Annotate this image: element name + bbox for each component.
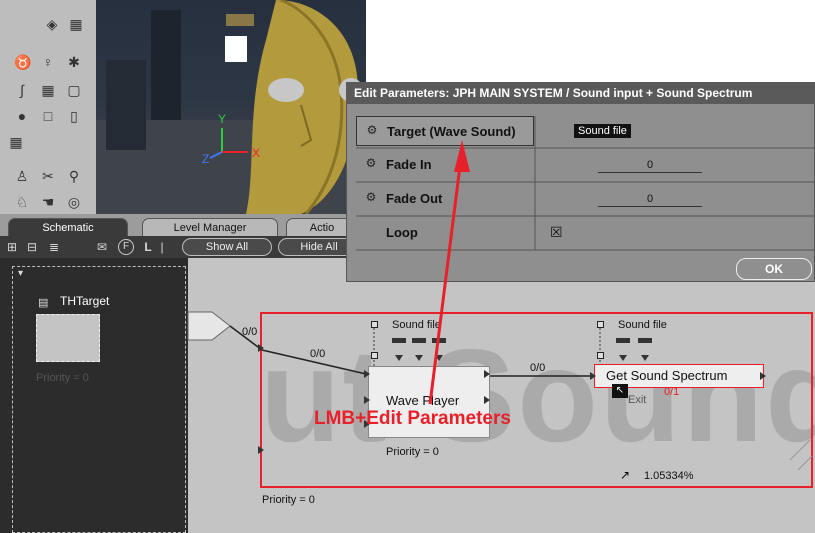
output-arrow-icon	[760, 372, 766, 380]
edit-parameters-dialog	[346, 82, 815, 282]
arrow-icon: ↗	[620, 468, 631, 482]
param-name: Target (Wave Sound)	[387, 124, 516, 139]
annotation-text: LMB+Edit Parameters	[314, 408, 511, 429]
param-row-loop: Loop ☒	[356, 218, 815, 248]
param-value-target[interactable]: Sound file	[574, 124, 631, 138]
cursor-icon: ↖	[612, 384, 628, 398]
param-pin[interactable]	[597, 352, 604, 359]
outer-priority: Priority = 0	[262, 494, 315, 506]
input-arrow-icon	[641, 355, 649, 361]
input-arrow-icon	[364, 370, 370, 378]
spectrum-exit-label: Exit	[628, 394, 647, 406]
link-label: 0/0	[242, 326, 258, 338]
param-value-fade-in[interactable]: 0	[598, 158, 702, 173]
input-arrow-icon	[619, 355, 627, 361]
param-pin[interactable]	[597, 321, 604, 328]
dialog-title[interactable]: Edit Parameters: JPH MAIN SYSTEM / Sound…	[346, 82, 815, 104]
input-arrow-icon	[590, 372, 596, 380]
wave-player-param-label: Sound file	[392, 319, 441, 331]
link-label: 0/0	[530, 362, 546, 374]
ok-button[interactable]: OK	[736, 258, 812, 280]
input-arrow-icon	[395, 355, 403, 361]
input-arrow-icon	[435, 355, 443, 361]
parameter-icon: ⚙	[365, 156, 377, 170]
param-pin[interactable]	[371, 352, 378, 359]
param-name: Fade Out	[386, 191, 443, 206]
param-value-fade-out[interactable]: 0	[598, 192, 702, 207]
param-name-cell: ⚙ Fade In	[356, 150, 534, 180]
spectrum-param-label: Sound file	[618, 319, 667, 331]
param-value-cell[interactable]: ☒	[536, 218, 815, 248]
parameter-icon: ⚙	[366, 123, 378, 137]
wave-player-label: Wave Player	[386, 393, 460, 408]
input-arrow-icon	[364, 396, 370, 404]
param-name-cell: ⚙ Fade Out	[356, 184, 534, 214]
param-name-cell: Loop	[356, 218, 534, 248]
param-bar	[392, 338, 406, 343]
param-bar	[616, 338, 630, 343]
output-arrow-icon	[484, 396, 490, 404]
get-sound-spectrum-label: Get Sound Spectrum	[606, 368, 728, 383]
loop-checkbox[interactable]: ☒	[550, 224, 563, 241]
param-name: Loop	[386, 225, 418, 240]
link-label: 0/0	[310, 348, 326, 360]
param-row-target: ⚙ Target (Wave Sound) Sound file	[356, 116, 815, 146]
percent-label: 1.05334%	[644, 470, 694, 482]
param-value-cell[interactable]: Sound file	[536, 116, 815, 146]
output-arrow-icon	[484, 370, 490, 378]
frame-input-arrow-icon	[258, 344, 264, 352]
parameter-icon: ⚙	[365, 190, 377, 204]
param-bar	[412, 338, 426, 343]
param-row-fade-in: ⚙ Fade In 0	[356, 150, 815, 180]
param-row-fade-out: ⚙ Fade Out 0	[356, 184, 815, 214]
frame-input-arrow-icon	[258, 446, 264, 454]
param-name: Fade In	[386, 157, 432, 172]
input-arrow-icon	[415, 355, 423, 361]
param-name-cell[interactable]: ⚙ Target (Wave Sound)	[356, 116, 534, 146]
param-bar	[638, 338, 652, 343]
wave-player-priority: Priority = 0	[386, 446, 439, 458]
param-value-cell[interactable]: 0	[536, 150, 815, 180]
param-bar	[432, 338, 446, 343]
param-value-cell[interactable]: 0	[536, 184, 815, 214]
param-pin[interactable]	[371, 321, 378, 328]
